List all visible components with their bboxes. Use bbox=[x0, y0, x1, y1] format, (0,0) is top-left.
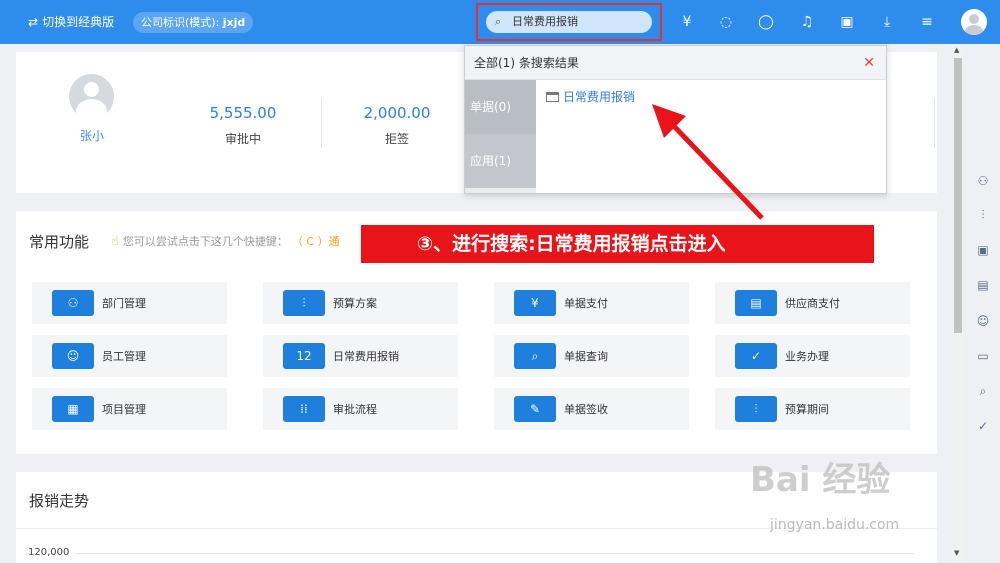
payment-icon: ¥ bbox=[514, 290, 556, 316]
org-chart-icon[interactable]: ⚇ bbox=[973, 173, 993, 189]
function-label: 部门管理 bbox=[102, 297, 146, 310]
profile-name[interactable]: 张小 bbox=[16, 127, 168, 144]
document-search-icon[interactable]: ⌕ bbox=[973, 383, 993, 399]
switch-classic-label: 切换到经典版 bbox=[42, 15, 115, 29]
company-id-label: 公司标识(模式): bbox=[141, 16, 220, 29]
stat-approving-label: 审批中 bbox=[224, 132, 261, 146]
sliders-icon: ⫶ bbox=[283, 290, 325, 316]
shortcut-key: （ C ）通 bbox=[291, 235, 340, 248]
annotation-arrow bbox=[652, 104, 764, 220]
right-rail bbox=[964, 44, 1000, 563]
function-label: 单据查询 bbox=[564, 350, 608, 363]
check-icon[interactable]: ✓ bbox=[973, 418, 993, 434]
profile-avatar bbox=[69, 74, 114, 119]
shortcut-hint-text: 您可以尝试点击下这几个快捷键： bbox=[122, 235, 288, 248]
function-project-management[interactable]: ▦ 项目管理 bbox=[32, 388, 227, 430]
company-id-badge: 公司标识(模式): jxjd bbox=[133, 12, 254, 33]
tab-documents[interactable]: 单据(0) bbox=[465, 80, 536, 134]
expense-icon: 12 bbox=[283, 343, 325, 369]
sign-icon: ✎ bbox=[514, 396, 556, 422]
swap-icon: ⇄ bbox=[28, 14, 39, 29]
scroll-thumb[interactable] bbox=[954, 58, 962, 333]
budget-period-icon: ⫶ bbox=[735, 396, 777, 422]
user-avatar[interactable] bbox=[961, 9, 987, 35]
function-document-payment[interactable]: ¥ 单据支付 bbox=[494, 282, 689, 324]
top-bar: ⇄ 切换到经典版 公司标识(模式): jxjd ⌕ 日常费用报销 ¥ ◌ ◯ ♫… bbox=[0, 0, 1000, 44]
employee-icon: ☺ bbox=[52, 343, 94, 369]
search-results-tabs: 单据(0) 应用(1) bbox=[465, 80, 536, 193]
function-label: 业务办理 bbox=[785, 350, 829, 363]
function-label: 审批流程 bbox=[333, 403, 377, 416]
stat-rejected-label: 拒签 bbox=[384, 132, 409, 146]
function-label: 项目管理 bbox=[102, 403, 146, 416]
function-business-handling[interactable]: ✓ 业务办理 bbox=[715, 335, 910, 377]
project-icon: ▦ bbox=[52, 396, 94, 422]
sliders-icon[interactable]: ⫶ bbox=[973, 207, 993, 223]
close-icon[interactable]: ✕ bbox=[863, 46, 875, 80]
function-document-query[interactable]: ⌕ 单据查询 bbox=[494, 335, 689, 377]
switch-classic-button[interactable]: ⇄ 切换到经典版 bbox=[28, 13, 114, 30]
receipt-icon[interactable]: ¥ bbox=[677, 12, 697, 32]
qq-icon[interactable]: ◯ bbox=[756, 12, 776, 32]
payment-icon[interactable]: ▣ bbox=[973, 242, 993, 258]
function-document-sign[interactable]: ✎ 单据签收 bbox=[494, 388, 689, 430]
function-employee-management[interactable]: ☺ 员工管理 bbox=[32, 335, 227, 377]
section-title: 常用功能 bbox=[29, 233, 90, 251]
function-label: 预算期间 bbox=[785, 403, 829, 416]
function-label: 员工管理 bbox=[102, 350, 146, 363]
function-budget-period[interactable]: ⫶ 预算期间 bbox=[715, 388, 910, 430]
profile-card: 张小 bbox=[16, 52, 168, 193]
search-icon: ⌕ bbox=[495, 15, 502, 28]
function-daily-expense[interactable]: 12 日常费用报销 bbox=[263, 335, 458, 377]
baidu-watermark-url: jingyan.baidu.com bbox=[770, 517, 900, 533]
download-icon[interactable]: ⤓ bbox=[877, 12, 897, 32]
gridline bbox=[74, 553, 914, 554]
search-result-item[interactable]: 日常费用报销 bbox=[546, 88, 635, 105]
function-label: 供应商支付 bbox=[785, 297, 840, 310]
scrollbar[interactable]: ▲ ▼ bbox=[952, 44, 964, 563]
function-budget-plan[interactable]: ⫶ 预算方案 bbox=[263, 282, 458, 324]
company-id-value: jxjd bbox=[222, 16, 246, 29]
section-title: 报销走势 bbox=[29, 492, 90, 510]
instruction-banner: ③、进行搜索:日常费用报销点击进入 bbox=[361, 225, 874, 263]
document-search-icon: ⌕ bbox=[514, 343, 556, 369]
function-dept-management[interactable]: ⚇ 部门管理 bbox=[32, 282, 227, 324]
function-label: 单据签收 bbox=[564, 403, 608, 416]
stat-rejected-value: 2,000.00 bbox=[363, 104, 431, 122]
expense-icon[interactable]: ▭ bbox=[973, 348, 993, 364]
check-icon: ✓ bbox=[735, 343, 777, 369]
stat-approving[interactable]: 5,555.00 审批中 bbox=[168, 104, 318, 147]
contact-card-icon[interactable]: ▣ bbox=[837, 12, 857, 32]
stat-rejected[interactable]: 2,000.00 拒签 bbox=[322, 104, 472, 147]
menu-icon[interactable]: ≡ bbox=[917, 12, 937, 32]
search-input-value: 日常费用报销 bbox=[512, 15, 578, 28]
y-axis-tick: 120,000 bbox=[28, 547, 70, 558]
scroll-up-icon[interactable]: ▲ bbox=[954, 46, 959, 54]
search-input[interactable]: ⌕ 日常费用报销 bbox=[486, 11, 652, 33]
approval-flow-icon: ⁞⁞ bbox=[283, 396, 325, 422]
baidu-watermark: Bai 经验 bbox=[750, 460, 891, 500]
pointer-hand-icon: ☝ bbox=[111, 233, 119, 249]
search-result-label: 日常费用报销 bbox=[563, 90, 636, 104]
shortcut-hint: ☝ 您可以尝试点击下这几个快捷键： （ C ）通 bbox=[111, 233, 340, 249]
supplier-pay-icon: ▤ bbox=[735, 290, 777, 316]
org-chart-icon: ⚇ bbox=[52, 290, 94, 316]
search-results-header: 全部(1) 条搜索结果 ✕ bbox=[465, 46, 886, 80]
function-supplier-payment[interactable]: ▤ 供应商支付 bbox=[715, 282, 910, 324]
wechat-icon[interactable]: ◌ bbox=[716, 12, 736, 32]
function-label: 单据支付 bbox=[564, 297, 608, 310]
function-label: 日常费用报销 bbox=[333, 350, 399, 363]
stat-divider bbox=[934, 98, 935, 148]
tab-applications[interactable]: 应用(1) bbox=[465, 134, 536, 188]
search-results-count: 全部(1) 条搜索结果 bbox=[474, 56, 579, 70]
scroll-down-icon[interactable]: ▼ bbox=[954, 549, 959, 557]
function-approval-flow[interactable]: ⁞⁞ 审批流程 bbox=[263, 388, 458, 430]
stat-approving-value: 5,555.00 bbox=[209, 104, 277, 122]
function-label: 预算方案 bbox=[333, 297, 377, 310]
supplier-pay-icon[interactable]: ▤ bbox=[973, 277, 993, 293]
bell-icon[interactable]: ♫ bbox=[797, 12, 817, 32]
employee-icon[interactable]: ☺ bbox=[973, 313, 993, 329]
document-icon bbox=[546, 91, 559, 102]
